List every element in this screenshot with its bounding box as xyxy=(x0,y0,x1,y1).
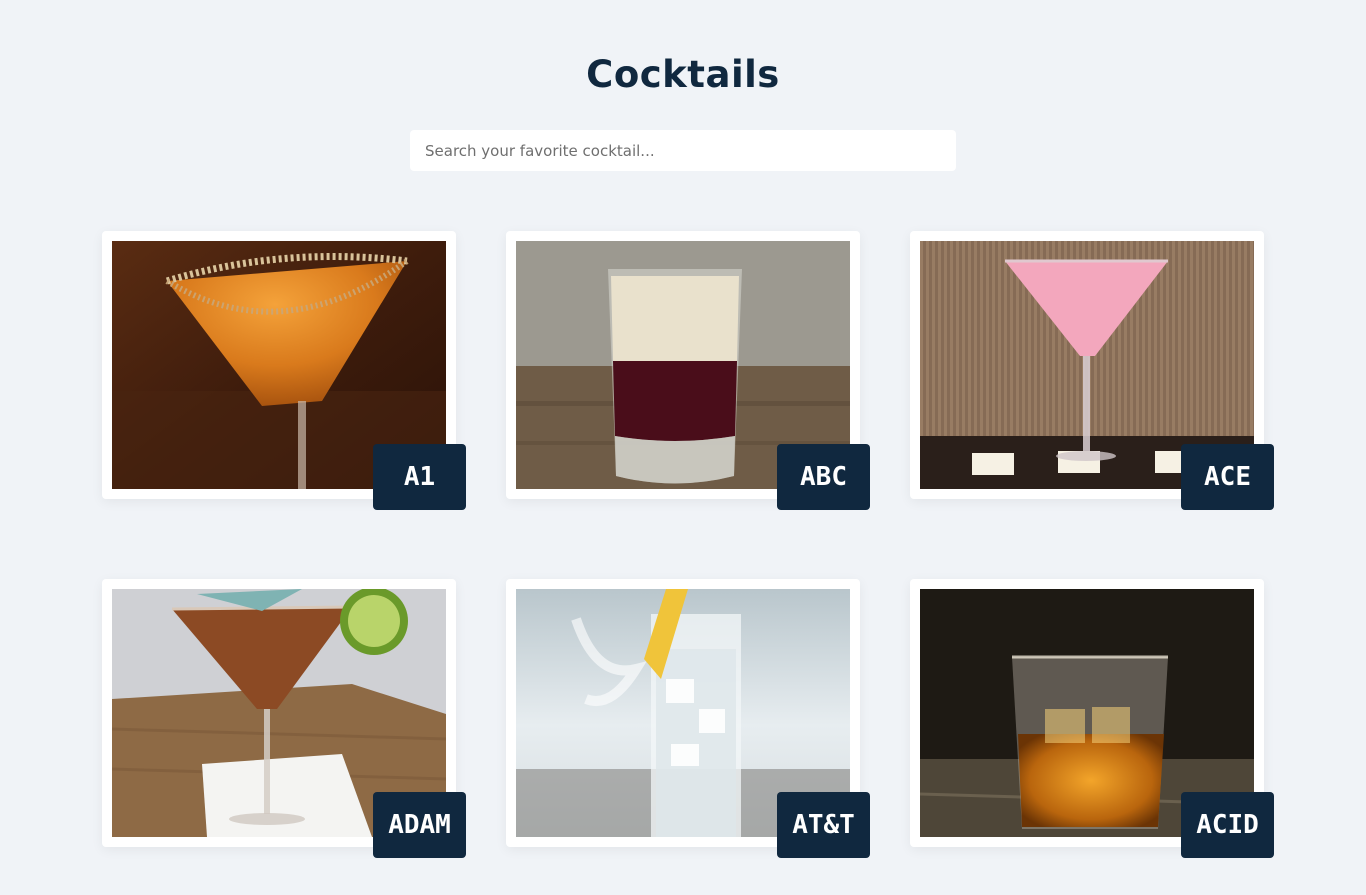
cocktail-card[interactable]: ADAM xyxy=(102,579,466,858)
search-input[interactable] xyxy=(410,130,956,171)
cocktail-name: ADAM xyxy=(373,792,466,858)
cocktail-name: ACE xyxy=(1181,444,1274,510)
cocktail-name: ABC xyxy=(777,444,870,510)
cocktail-card[interactable]: ACE xyxy=(910,231,1274,510)
cocktail-card[interactable]: ABC xyxy=(506,231,870,510)
cocktail-name: A1 xyxy=(373,444,466,510)
cocktail-name: AT&T xyxy=(777,792,870,858)
cocktail-card[interactable]: ACID xyxy=(910,579,1274,858)
cocktail-card[interactable]: AT&T xyxy=(506,579,870,858)
page-title: Cocktails xyxy=(586,53,780,96)
cocktail-card[interactable]: A1 xyxy=(102,231,466,510)
cocktail-name: ACID xyxy=(1181,792,1274,858)
